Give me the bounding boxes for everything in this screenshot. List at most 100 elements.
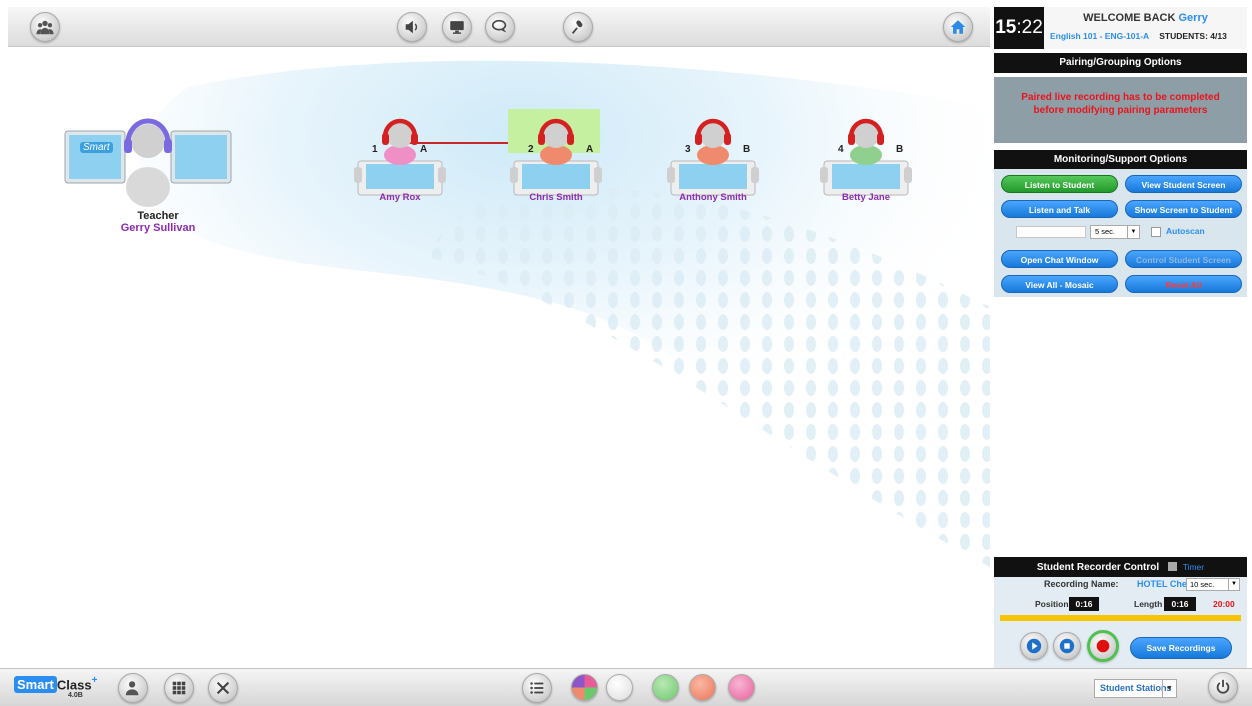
play-button[interactable] bbox=[1020, 632, 1048, 660]
teacher-monitor-logo: Smart bbox=[80, 142, 113, 153]
teacher-name-label: Gerry Sullivan bbox=[120, 222, 196, 234]
stop-button[interactable] bbox=[1053, 632, 1081, 660]
stop-icon bbox=[1059, 638, 1075, 654]
tools-icon bbox=[216, 681, 230, 695]
show-screen-to-student-button[interactable]: Show Screen to Student bbox=[1125, 200, 1242, 218]
play-icon bbox=[1026, 638, 1042, 654]
view-student-screen-button[interactable]: View Student Screen bbox=[1125, 175, 1242, 193]
student-settings-button[interactable] bbox=[118, 673, 148, 703]
logo-class: Class bbox=[56, 677, 92, 693]
student-name: Chris Smith bbox=[529, 192, 583, 203]
classroom-stage: Smart Teacher Gerry Sullivan 1 A Amy Rox bbox=[8, 47, 990, 668]
position-value: 0:16 bbox=[1069, 597, 1099, 611]
station-group: A bbox=[420, 144, 428, 155]
student-station[interactable]: 4 B Betty Jane bbox=[818, 109, 914, 209]
student-name: Amy Rox bbox=[379, 192, 421, 203]
clock-minute: :22 bbox=[1016, 17, 1043, 38]
recorder-title: Student Recorder Control bbox=[1036, 562, 1160, 573]
station-number: 3 bbox=[685, 144, 691, 155]
student-station-selected[interactable]: 2 A Chris Smith bbox=[508, 109, 604, 209]
recording-name-label: Recording Name: bbox=[1044, 579, 1119, 589]
power-button[interactable] bbox=[1208, 672, 1238, 702]
pairing-message-line1: Paired live recording has to be complete… bbox=[1021, 92, 1220, 103]
welcome-user: Gerry bbox=[1178, 12, 1208, 24]
autoscan-label: Autoscan bbox=[1166, 226, 1205, 236]
station-number: 2 bbox=[528, 144, 534, 155]
menu-list-button[interactable] bbox=[522, 673, 552, 703]
logo-plus: + bbox=[91, 675, 98, 686]
control-student-screen-button[interactable]: Control Student Screen bbox=[1125, 250, 1242, 268]
open-chat-window-button[interactable]: Open Chat Window bbox=[1001, 250, 1118, 268]
recorder-panel: Recording Name: HOTEL Check-in 10 sec. ▼… bbox=[994, 577, 1247, 668]
list-icon bbox=[530, 682, 544, 694]
course-name: English 101 - ENG-101-A bbox=[1050, 31, 1149, 41]
welcome-header: WELCOME BACK Gerry English 101 - ENG-101… bbox=[1044, 7, 1247, 49]
station-number: 4 bbox=[838, 144, 844, 155]
home-button[interactable] bbox=[943, 12, 973, 42]
clock-hour: 15 bbox=[995, 17, 1017, 38]
group-pink-button[interactable] bbox=[728, 674, 755, 701]
pairing-message-line2: before modifying pairing parameters bbox=[1033, 105, 1208, 116]
listen-and-talk-button[interactable]: Listen and Talk bbox=[1001, 200, 1118, 218]
pairing-panel: Paired live recording has to be complete… bbox=[994, 77, 1247, 143]
recorder-button[interactable] bbox=[563, 12, 593, 42]
speaker-icon bbox=[405, 20, 418, 34]
all-groups-color-button[interactable] bbox=[571, 674, 598, 701]
power-icon bbox=[1216, 679, 1230, 694]
student-name: Anthony Smith bbox=[679, 192, 747, 203]
recording-interval-select[interactable]: 10 sec. ▼ bbox=[1186, 578, 1240, 591]
view-all-mosaic-button[interactable]: View All - Mosaic bbox=[1001, 275, 1118, 293]
recording-interval-value: 10 sec. bbox=[1190, 580, 1215, 589]
group-white-button[interactable] bbox=[606, 674, 633, 701]
position-label: Position bbox=[1035, 599, 1069, 609]
station-group: B bbox=[896, 144, 904, 155]
student-station[interactable]: 3 B Anthony Smith bbox=[665, 109, 761, 209]
class-group-button[interactable] bbox=[30, 12, 60, 42]
record-button[interactable] bbox=[1087, 630, 1119, 662]
recorder-panel-title: Student Recorder Control Timer bbox=[994, 557, 1247, 577]
tools-button[interactable] bbox=[208, 673, 238, 703]
students-label: STUDENTS: bbox=[1159, 31, 1208, 41]
save-recordings-button[interactable]: Save Recordings bbox=[1130, 637, 1232, 659]
recording-progress-bar[interactable] bbox=[1000, 615, 1241, 621]
chevron-down-icon: ▼ bbox=[1162, 680, 1176, 697]
student-stations-select[interactable]: Student Stations ▼ bbox=[1094, 679, 1177, 698]
student-station[interactable]: 1 A Amy Rox bbox=[352, 109, 448, 209]
scan-target-field[interactable] bbox=[1016, 226, 1086, 238]
autoscan-checkbox[interactable] bbox=[1151, 227, 1161, 237]
user-gear-icon bbox=[125, 681, 139, 696]
scan-interval-value: 5 sec. bbox=[1095, 227, 1116, 236]
version-label: 4.0B bbox=[68, 692, 83, 699]
bottom-toolbar: Smart Class+ 4.0B Student Stations ▼ bbox=[0, 668, 1252, 706]
control-panel: 15:22 WELCOME BACK Gerry English 101 - E… bbox=[994, 7, 1247, 668]
teacher-role-label: Teacher bbox=[137, 210, 179, 222]
group-icon bbox=[36, 20, 54, 35]
logo-smart: Smart bbox=[14, 676, 57, 694]
reset-all-button[interactable]: Reset All bbox=[1125, 275, 1242, 293]
timer-checkbox[interactable] bbox=[1167, 562, 1177, 571]
listen-to-student-button[interactable]: Listen to Student bbox=[1001, 175, 1118, 193]
students-count: 4/13 bbox=[1210, 31, 1227, 41]
length-value: 0:16 bbox=[1164, 597, 1196, 611]
clock: 15:22 bbox=[994, 7, 1044, 49]
microphone-icon bbox=[571, 20, 583, 34]
station-number: 1 bbox=[372, 144, 378, 155]
top-toolbar bbox=[8, 7, 990, 47]
chevron-down-icon: ▼ bbox=[1228, 579, 1239, 590]
group-green-button[interactable] bbox=[652, 674, 679, 701]
home-icon bbox=[950, 20, 966, 34]
max-time: 20:00 bbox=[1213, 599, 1235, 609]
monitoring-panel: Listen to Student View Student Screen Li… bbox=[994, 169, 1247, 297]
audio-button[interactable] bbox=[397, 12, 427, 42]
chat-button[interactable] bbox=[485, 12, 515, 42]
chevron-down-icon: ▼ bbox=[1127, 226, 1139, 238]
smartclass-logo: Smart Class+ 4.0B bbox=[14, 675, 98, 699]
layout-grid-button[interactable] bbox=[164, 673, 194, 703]
scan-interval-select[interactable]: 5 sec. ▼ bbox=[1090, 225, 1140, 239]
station-group: A bbox=[586, 144, 594, 155]
screen-button[interactable] bbox=[442, 12, 472, 42]
teacher-monitor-icon bbox=[64, 118, 232, 207]
length-label: Length bbox=[1134, 599, 1163, 609]
group-orange-button[interactable] bbox=[689, 674, 716, 701]
timer-label: Timer bbox=[1182, 562, 1205, 572]
